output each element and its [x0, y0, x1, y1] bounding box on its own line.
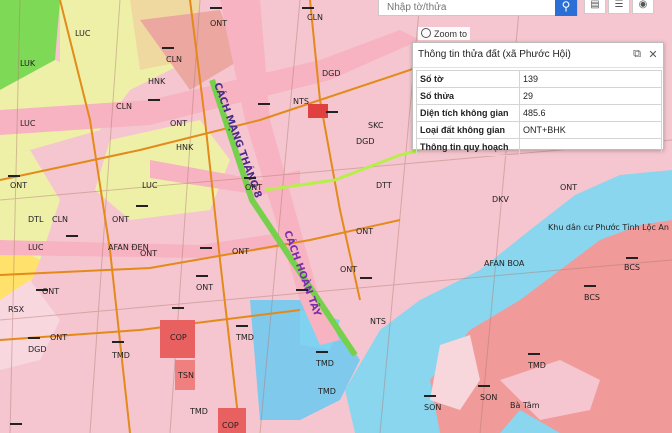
map-label: RSX [8, 305, 25, 314]
pin-icon[interactable]: ◉ [632, 0, 654, 14]
map-label: ONT [356, 227, 373, 236]
zoom-icon [421, 28, 431, 38]
zoom-to-link[interactable]: Zoom to [418, 27, 471, 40]
attr-key: Số tờ [416, 70, 520, 88]
attr-key: Diện tích không gian [416, 104, 520, 122]
attr-value: 485.6 [519, 104, 662, 122]
map-label: NTS [293, 97, 309, 106]
map-label: NTS [370, 317, 386, 326]
table-row: Thông tin quy hoạch [416, 138, 662, 156]
map-label: ONT [210, 19, 227, 28]
map-label: TSN [177, 371, 194, 380]
map-label: LUC [75, 29, 91, 38]
attr-key: Thông tin quy hoạch [416, 138, 520, 156]
map-label: COP [222, 421, 239, 430]
map-label: LUC [20, 119, 36, 128]
map-label: BCS [624, 263, 640, 272]
map-label: LUC [28, 243, 44, 252]
close-icon[interactable]: ✕ [647, 48, 659, 61]
attr-value: ONT+BHK [519, 121, 662, 139]
search-input[interactable] [385, 0, 559, 17]
search-button[interactable]: ⚲ [555, 0, 577, 16]
map-label: TMD [527, 361, 546, 370]
attr-value: 29 [519, 87, 662, 105]
map-label: BCS [584, 293, 600, 302]
map-label: ONT [50, 333, 67, 342]
map-label: CLN [166, 55, 182, 64]
map-label: ONT [112, 215, 129, 224]
map-label: TMD [315, 359, 334, 368]
map-label: ONT [560, 183, 577, 192]
map-label: SON [424, 403, 441, 412]
map-label: ONT [232, 247, 249, 256]
map-label: ONT [340, 265, 357, 274]
map-label: DGD [28, 345, 47, 354]
map-label: DTT [376, 181, 392, 190]
table-row: Số tờ 139 [416, 70, 662, 88]
map-label: LUC [142, 181, 158, 190]
map-label: ONT [170, 119, 187, 128]
zoom-label: Zoom to [434, 29, 468, 39]
table-row: Số thửa 29 [416, 87, 662, 105]
map-label: DGD [356, 137, 375, 146]
restore-icon[interactable]: ⧉ [631, 48, 643, 61]
map-label: DTL [28, 215, 44, 224]
map-label: CLN [52, 215, 68, 224]
search-icon: ⚲ [561, 0, 571, 13]
map-label: LUK [20, 59, 36, 68]
panel-title: Thông tin thửa đất (xã Phước Hội) [418, 49, 571, 60]
map-label: Khu dân cư Phước Tỉnh Lộc An 1 [548, 222, 672, 232]
map-label: ONT [245, 183, 262, 192]
map-label: TMD [189, 407, 208, 416]
book-icon[interactable]: ▤ [584, 0, 606, 14]
map-label: DGD [322, 69, 341, 78]
table-row: Diện tích không gian 485.6 [416, 104, 662, 122]
parcel-search[interactable]: ⚲ [378, 0, 578, 17]
attr-value [519, 138, 662, 156]
map-label: SKC [368, 121, 384, 130]
map-label: AFAN BOA [484, 259, 525, 268]
map-label: HNK [148, 77, 166, 86]
map-label: DKV [492, 195, 509, 204]
map-label: SON [480, 393, 497, 402]
map-label: TMD [317, 387, 336, 396]
map-label: CLN [116, 102, 132, 111]
table-row: Loại đất không gian ONT+BHK [416, 121, 662, 139]
map-label: HNK [176, 143, 194, 152]
map-label: TMD [111, 351, 130, 360]
map-label: ONT [42, 287, 59, 296]
map-label: ONT [196, 283, 213, 292]
attr-key: Số thửa [416, 87, 520, 105]
map-label: AFAN ĐEN [108, 243, 149, 252]
map-label: ONT [10, 181, 27, 190]
map-label: COP [170, 333, 187, 342]
attr-value: 139 [519, 70, 662, 88]
map-label: TMD [235, 333, 254, 342]
attribute-table: Số tờ 139 Số thửa 29 Diện tích không gian 4… [416, 70, 662, 156]
map-label: CLN [307, 13, 323, 22]
parcel-info-panel: Thông tin thửa đất (xã Phước Hội) ⧉ ✕ Số… [412, 42, 664, 156]
map-label: Bà Tâm [510, 401, 540, 410]
attr-key: Loại đất không gian [416, 121, 520, 139]
layers-icon[interactable]: ☰ [608, 0, 630, 14]
